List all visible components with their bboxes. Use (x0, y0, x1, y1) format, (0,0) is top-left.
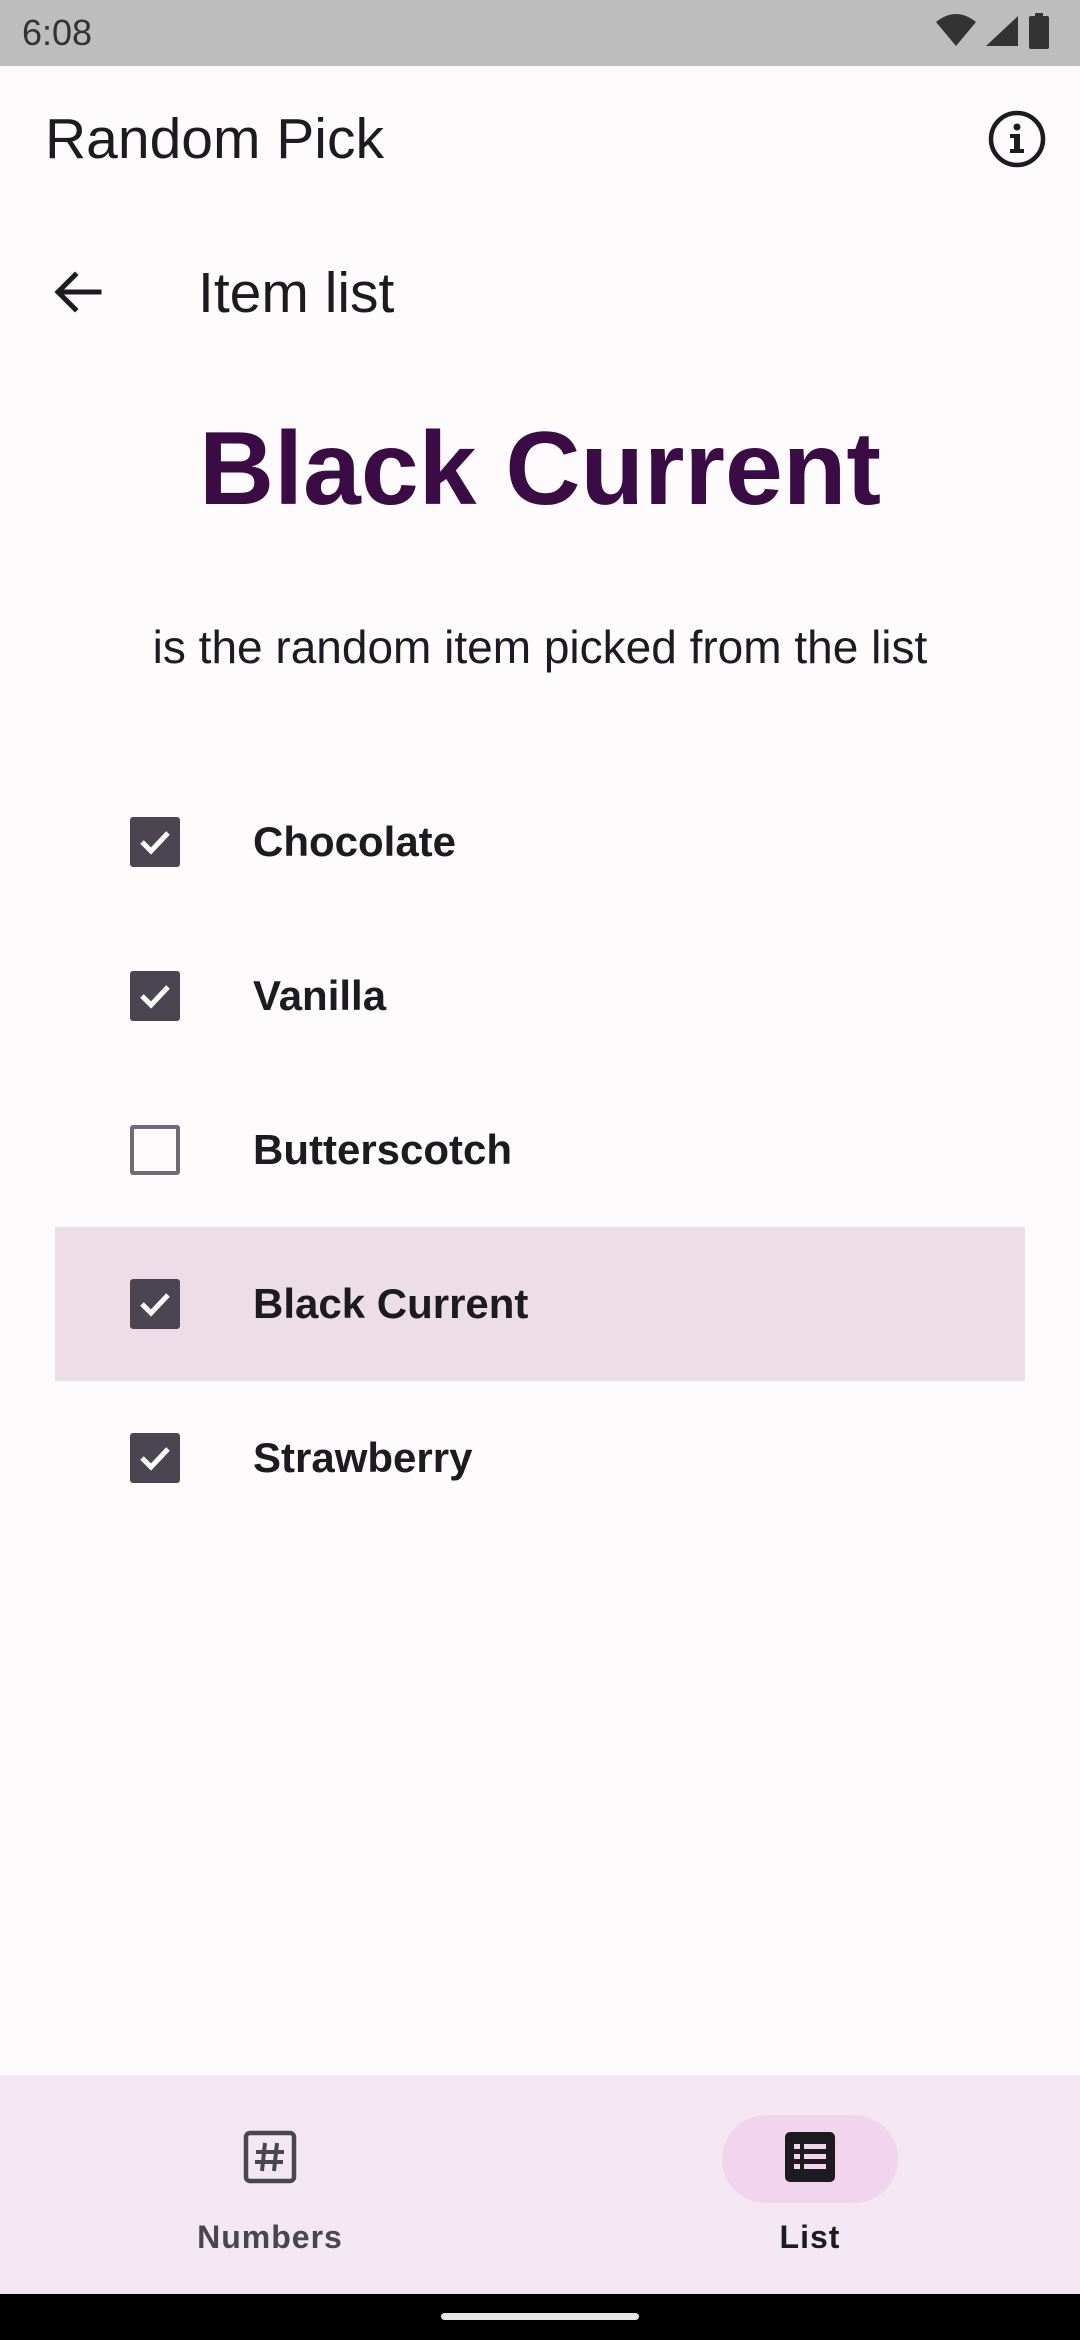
status-time: 6:08 (22, 12, 93, 53)
checkbox[interactable] (130, 1279, 180, 1329)
app-title: Random Pick (45, 107, 384, 171)
cellular-signal-icon (984, 14, 1020, 53)
list-item[interactable]: Butterscotch (55, 1073, 1025, 1227)
status-icons (936, 12, 1050, 54)
list-item[interactable]: Strawberry (55, 1381, 1025, 1535)
item-list: Chocolate Vanilla Butterscotch Black Cur… (55, 765, 1025, 1535)
check-icon (140, 1447, 170, 1471)
nav-item-numbers[interactable]: Numbers (135, 2115, 405, 2265)
check-icon (140, 985, 170, 1009)
list-item[interactable]: Chocolate (55, 765, 1025, 919)
list-item[interactable]: Black Current (55, 1227, 1025, 1381)
checkbox[interactable] (130, 1125, 180, 1175)
nav-label: List (779, 2219, 841, 2255)
nav-label: Numbers (197, 2219, 343, 2255)
info-button[interactable] (984, 108, 1050, 174)
status-bar: 6:08 (0, 0, 1080, 66)
nav-indicator (182, 2115, 358, 2203)
wifi-icon (936, 13, 976, 53)
info-icon (987, 109, 1047, 174)
list-item-label: Chocolate (253, 818, 457, 865)
list-item-label: Butterscotch (253, 1126, 513, 1173)
checkbox[interactable] (130, 817, 180, 867)
list-item-label: Vanilla (253, 972, 387, 1019)
gesture-bar (0, 2294, 1080, 2340)
arrow-back-icon (53, 267, 103, 322)
list-item[interactable]: Vanilla (55, 919, 1025, 1073)
list-item-label: Black Current (253, 1280, 529, 1327)
nav-item-list[interactable]: List (675, 2115, 945, 2265)
battery-icon (1028, 12, 1050, 54)
picked-item-value: Black Current (199, 411, 881, 527)
gesture-handle[interactable] (441, 2313, 639, 2320)
checkbox[interactable] (130, 1433, 180, 1483)
back-button[interactable] (42, 258, 114, 330)
bottom-navigation: Numbers List (0, 2075, 1080, 2294)
page-title: Item list (198, 261, 395, 325)
list-icon (783, 2130, 837, 2189)
nav-indicator (722, 2115, 898, 2203)
check-icon (140, 831, 170, 855)
picked-item-caption: is the random item picked from the list (152, 621, 928, 673)
hash-icon (243, 2130, 297, 2189)
sub-header: Item list (0, 236, 1080, 356)
checkbox[interactable] (130, 971, 180, 1021)
list-item-label: Strawberry (253, 1434, 473, 1481)
app-bar: Random Pick (0, 66, 1080, 216)
check-icon (140, 1293, 170, 1317)
